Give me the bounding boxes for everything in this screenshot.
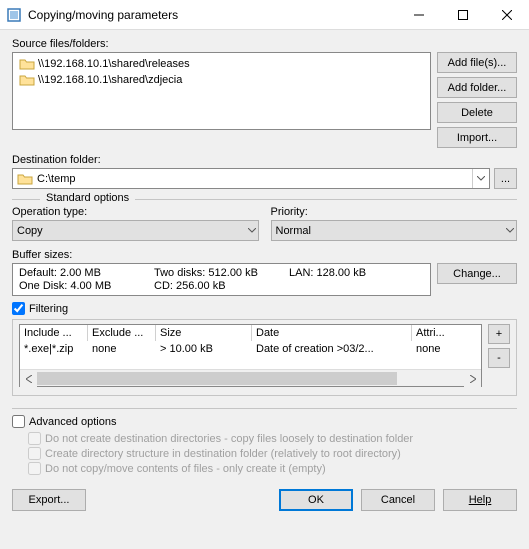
cancel-button[interactable]: Cancel	[361, 489, 435, 511]
add-folder-button[interactable]: Add folder...	[437, 77, 517, 98]
col-attr[interactable]: Attri...	[412, 325, 458, 341]
source-label: Source files/folders:	[12, 38, 517, 50]
operation-type-value: Copy	[17, 225, 43, 237]
filter-header: Include ... Exclude ... Size Date Attri.…	[20, 325, 481, 341]
filtering-checkbox[interactable]: Filtering	[12, 302, 517, 315]
cell-attr: none	[412, 341, 458, 357]
titlebar: Copying/moving parameters	[0, 0, 529, 30]
folder-icon	[19, 57, 35, 71]
buffer-lan: LAN: 128.00 kB	[289, 267, 424, 279]
import-button[interactable]: Import...	[437, 127, 517, 148]
col-size[interactable]: Size	[156, 325, 252, 341]
chevron-down-icon	[506, 228, 514, 233]
cell-include: *.exe|*.zip	[20, 341, 88, 357]
scroll-left-icon[interactable]	[20, 370, 37, 387]
filter-panel: Include ... Exclude ... Size Date Attri.…	[12, 319, 517, 396]
advanced-options-label: Advanced options	[29, 416, 116, 428]
maximize-button[interactable]	[441, 0, 485, 30]
buffer-label: Buffer sizes:	[12, 249, 517, 261]
horizontal-scrollbar[interactable]	[20, 369, 481, 386]
filter-table[interactable]: Include ... Exclude ... Size Date Attri.…	[19, 324, 482, 387]
cell-size: > 10.00 kB	[156, 341, 252, 357]
source-item-path: \\192.168.10.1\shared\zdjecia	[38, 74, 182, 86]
chevron-down-icon[interactable]	[472, 169, 489, 188]
scroll-thumb[interactable]	[37, 372, 397, 385]
export-button[interactable]: Export...	[12, 489, 86, 511]
buffer-sizes-box: Default: 2.00 MB Two disks: 512.00 kB LA…	[12, 263, 431, 296]
standard-options-legend: Standard options	[40, 192, 135, 204]
filtering-checkbox-label: Filtering	[29, 303, 68, 315]
col-include[interactable]: Include ...	[20, 325, 88, 341]
help-button[interactable]: Help	[443, 489, 517, 511]
source-item-path: \\192.168.10.1\shared\releases	[38, 58, 190, 70]
source-item[interactable]: \\192.168.10.1\shared\zdjecia	[17, 72, 426, 88]
buffer-cd: CD: 256.00 kB	[154, 280, 289, 292]
priority-value: Normal	[276, 225, 311, 237]
buffer-two-disks: Two disks: 512.00 kB	[154, 267, 289, 279]
minimize-button[interactable]	[397, 0, 441, 30]
buffer-default: Default: 2.00 MB	[19, 267, 154, 279]
ok-button[interactable]: OK	[279, 489, 353, 511]
adv-opt-3: Do not copy/move contents of files - onl…	[28, 462, 517, 475]
priority-select[interactable]: Normal	[271, 220, 518, 241]
buffer-one-disk: One Disk: 4.00 MB	[19, 280, 154, 292]
cell-date: Date of creation >03/2...	[252, 341, 412, 357]
source-item[interactable]: \\192.168.10.1\shared\releases	[17, 56, 426, 72]
priority-label: Priority:	[271, 206, 518, 218]
window-title: Copying/moving parameters	[28, 8, 397, 22]
col-date[interactable]: Date	[252, 325, 412, 341]
source-listbox[interactable]: \\192.168.10.1\shared\releases \\192.168…	[12, 52, 431, 130]
destination-combo[interactable]: C:\temp	[12, 168, 490, 189]
destination-value: C:\temp	[37, 173, 76, 185]
cell-exclude: none	[88, 341, 156, 357]
advanced-options-checkbox-input[interactable]	[12, 415, 25, 428]
standard-options-separator: Standard options	[12, 199, 517, 200]
close-button[interactable]	[485, 0, 529, 30]
filter-row[interactable]: *.exe|*.zip none > 10.00 kB Date of crea…	[20, 341, 481, 357]
col-exclude[interactable]: Exclude ...	[88, 325, 156, 341]
adv-opt-2: Create directory structure in destinatio…	[28, 447, 517, 460]
advanced-options-checkbox[interactable]: Advanced options	[12, 415, 517, 428]
browse-button[interactable]: ...	[494, 168, 517, 189]
add-files-button[interactable]: Add file(s)...	[437, 52, 517, 73]
folder-icon	[19, 73, 35, 87]
chevron-down-icon	[248, 228, 256, 233]
operation-type-label: Operation type:	[12, 206, 259, 218]
adv-opt-1: Do not create destination directories - …	[28, 432, 517, 445]
remove-filter-button[interactable]: -	[488, 348, 510, 368]
change-button[interactable]: Change...	[437, 263, 517, 284]
filtering-checkbox-input[interactable]	[12, 302, 25, 315]
destination-label: Destination folder:	[12, 154, 517, 166]
folder-icon	[17, 172, 33, 186]
add-filter-button[interactable]: +	[488, 324, 510, 344]
delete-button[interactable]: Delete	[437, 102, 517, 123]
operation-type-select[interactable]: Copy	[12, 220, 259, 241]
scroll-right-icon[interactable]	[464, 370, 481, 387]
app-icon	[6, 7, 22, 23]
